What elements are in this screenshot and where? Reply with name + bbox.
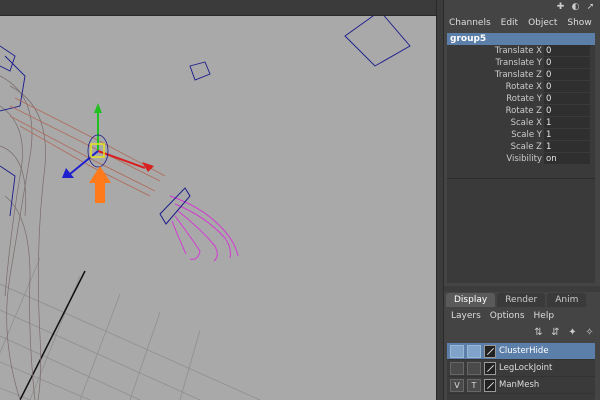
menu-channels[interactable]: Channels — [449, 18, 491, 28]
attr-visibility[interactable]: Visibility on — [447, 153, 595, 165]
ground-grid — [0, 257, 261, 400]
layer-visibility-toggle[interactable] — [450, 361, 464, 375]
layer-name: ManMesh — [499, 380, 540, 390]
tab-display[interactable]: Display — [446, 293, 496, 307]
attr-scale-x[interactable]: Scale X1 — [447, 117, 595, 129]
tab-render[interactable]: Render — [497, 293, 546, 307]
attr-value[interactable]: 0 — [544, 81, 590, 93]
attr-value[interactable]: 0 — [544, 105, 590, 117]
attr-translate-y[interactable]: Translate Y0 — [447, 57, 595, 69]
attr-label: Visibility — [506, 154, 542, 164]
layer-list: ClusterHide LegLockJoint V T ManMesh — [447, 343, 595, 400]
grid-icon[interactable]: ✚ — [555, 2, 566, 13]
layer-type-toggle[interactable] — [467, 361, 481, 375]
menu-show[interactable]: Show — [567, 18, 591, 28]
menu-options[interactable]: Options — [490, 311, 525, 321]
layer-tool-icons: ⇅ ⇵ ✦ ✧ — [532, 326, 596, 338]
3d-viewport[interactable] — [0, 16, 436, 400]
attr-label: Translate X — [494, 46, 542, 56]
attr-translate-z[interactable]: Translate Z0 — [447, 69, 595, 81]
channel-box-empty-area — [447, 178, 595, 283]
attr-scale-z[interactable]: Scale Z1 — [447, 141, 595, 153]
attr-label: Scale X — [510, 118, 542, 128]
panel-icon-row: ✚ ◐ ➚ — [555, 0, 596, 14]
attr-rotate-x[interactable]: Rotate X0 — [447, 81, 595, 93]
hand-wireframe[interactable] — [169, 195, 239, 262]
object-name[interactable]: group5 — [447, 33, 595, 45]
layer-color-swatch[interactable] — [484, 344, 496, 358]
attr-value[interactable]: 0 — [544, 69, 590, 81]
annotation-arrow — [89, 166, 111, 203]
attr-value[interactable]: 1 — [544, 129, 590, 141]
layer-visibility-toggle[interactable] — [450, 344, 464, 358]
layer-type-toggle[interactable]: T — [467, 378, 481, 392]
move-gizmo[interactable] — [62, 103, 154, 178]
arm-wireframe[interactable] — [9, 97, 166, 197]
attr-value[interactable]: 0 — [544, 45, 590, 57]
move-layer-up-icon[interactable]: ⇅ — [532, 326, 545, 338]
layer-editor-tabs: Display Render Anim — [444, 293, 600, 307]
menu-layers[interactable]: Layers — [451, 311, 481, 321]
layer-name: ClusterHide — [499, 346, 549, 356]
layer-row-manmesh[interactable]: V T ManMesh — [447, 377, 595, 394]
attr-translate-x[interactable]: Translate X0 — [447, 45, 595, 57]
attr-label: Scale Y — [511, 130, 542, 140]
move-layer-down-icon[interactable]: ⇵ — [549, 326, 562, 338]
layer-type-toggle[interactable] — [467, 344, 481, 358]
new-empty-layer-icon[interactable]: ✦ — [566, 326, 579, 338]
layer-color-swatch[interactable] — [484, 378, 496, 392]
rig-curves — [0, 16, 411, 217]
attr-scale-y[interactable]: Scale Y1 — [447, 129, 595, 141]
attr-value[interactable]: on — [544, 153, 590, 165]
layer-editor-menu: Layers Options Help — [444, 309, 600, 323]
wrist-control[interactable] — [159, 187, 191, 225]
menu-help[interactable]: Help — [534, 311, 555, 321]
attr-rotate-z[interactable]: Rotate Z0 — [447, 105, 595, 117]
channel-box-menu: Channels Edit Object Show — [444, 15, 600, 31]
panel-divider[interactable] — [444, 286, 600, 292]
new-layer-selected-icon[interactable]: ✧ — [583, 326, 596, 338]
attr-label: Translate Y — [495, 58, 543, 68]
attr-label: Scale Z — [510, 142, 542, 152]
attr-rotate-y[interactable]: Rotate Y0 — [447, 93, 595, 105]
layer-row-leglockjoint[interactable]: LegLockJoint — [447, 360, 595, 377]
body-wireframe[interactable] — [0, 75, 46, 400]
layer-color-swatch[interactable] — [484, 361, 496, 375]
attr-label: Translate Z — [494, 70, 542, 80]
attr-label: Rotate Y — [506, 94, 542, 104]
channel-box-panel: ✚ ◐ ➚ Channels Edit Object Show group5 T… — [444, 0, 600, 400]
attr-label: Rotate X — [505, 82, 542, 92]
attr-value[interactable]: 0 — [544, 93, 590, 105]
layer-row-clusterhide[interactable]: ClusterHide — [447, 343, 595, 360]
attr-value[interactable]: 1 — [544, 141, 590, 153]
menu-object[interactable]: Object — [528, 18, 557, 28]
attr-value[interactable]: 0 — [544, 57, 590, 69]
channel-box: group5 Translate X0 Translate Y0 Transla… — [447, 33, 595, 178]
layer-visibility-toggle[interactable]: V — [450, 378, 464, 392]
help-icon[interactable]: ◐ — [570, 2, 581, 13]
panel-splitter[interactable] — [436, 0, 444, 400]
attr-label: Rotate Z — [505, 106, 542, 116]
pin-icon[interactable]: ➚ — [585, 2, 596, 13]
attr-value[interactable]: 1 — [544, 117, 590, 129]
menu-edit[interactable]: Edit — [501, 18, 518, 28]
viewport-scene[interactable] — [0, 16, 436, 400]
layer-name: LegLockJoint — [499, 363, 553, 373]
tab-anim[interactable]: Anim — [547, 293, 587, 307]
